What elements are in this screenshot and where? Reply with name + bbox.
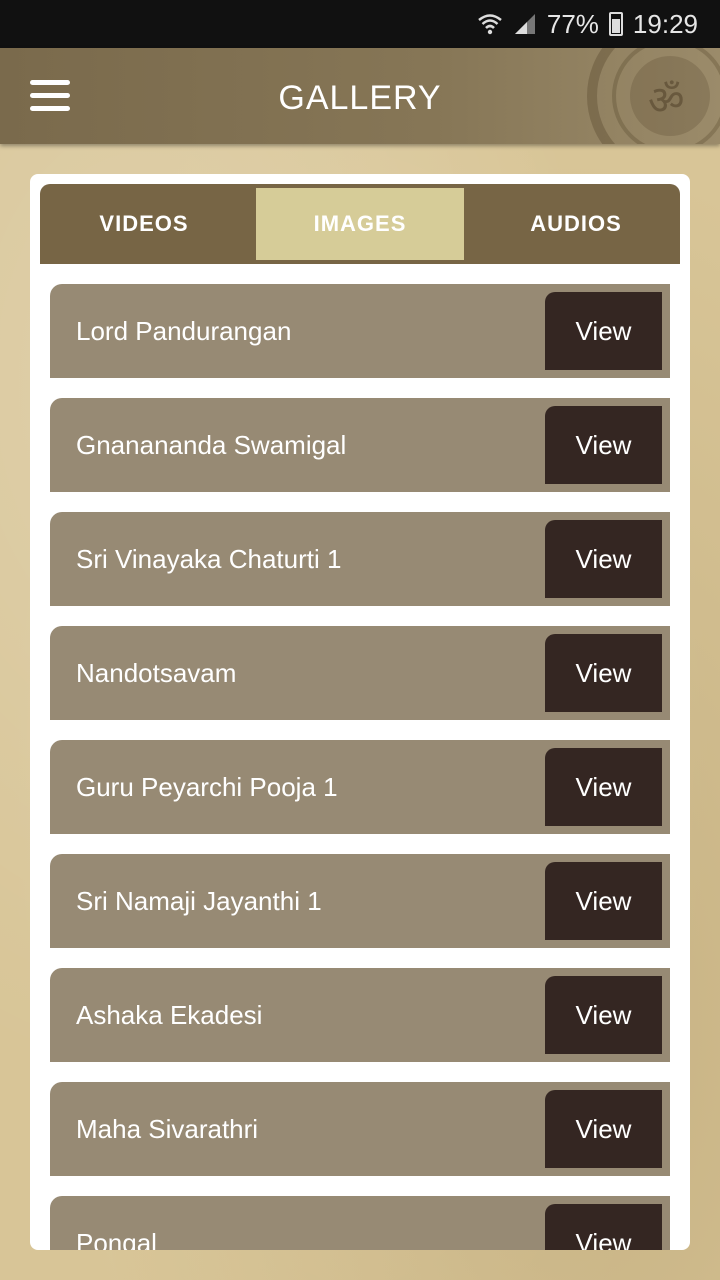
view-button[interactable]: View xyxy=(545,976,662,1054)
clock: 19:29 xyxy=(632,8,698,39)
view-button[interactable]: View xyxy=(545,862,662,940)
tab-bar: VIDEOS IMAGES AUDIOS xyxy=(40,184,680,264)
view-button[interactable]: View xyxy=(545,1090,662,1168)
tab-videos[interactable]: VIDEOS xyxy=(40,184,248,264)
view-button[interactable]: View xyxy=(545,520,662,598)
tab-images[interactable]: IMAGES xyxy=(256,188,464,260)
list-item: Guru Peyarchi Pooja 1 View xyxy=(50,740,670,834)
gallery-panel: VIDEOS IMAGES AUDIOS Lord Pandurangan Vi… xyxy=(30,174,690,1250)
list-item: Gnanananda Swamigal View xyxy=(50,398,670,492)
status-bar: 77% 19:29 xyxy=(0,0,720,48)
battery-percent: 77% xyxy=(546,8,599,39)
list-item: Pongal View xyxy=(50,1196,670,1250)
signal-icon xyxy=(513,12,537,36)
view-button[interactable]: View xyxy=(545,748,662,826)
tab-audios[interactable]: AUDIOS xyxy=(472,184,680,264)
app-bar: GALLERY ॐ xyxy=(0,48,720,144)
view-button[interactable]: View xyxy=(545,292,662,370)
view-button[interactable]: View xyxy=(545,406,662,484)
battery-icon xyxy=(608,12,623,36)
list-item: Sri Vinayaka Chaturti 1 View xyxy=(50,512,670,606)
view-button[interactable]: View xyxy=(545,1204,662,1250)
gallery-list: Lord Pandurangan View Gnanananda Swamiga… xyxy=(50,284,670,1250)
list-item: Sri Namaji Jayanthi 1 View xyxy=(50,854,670,948)
wifi-icon xyxy=(477,12,503,36)
om-emblem-icon: ॐ xyxy=(587,48,720,144)
list-item: Lord Pandurangan View xyxy=(50,284,670,378)
list-item: Ashaka Ekadesi View xyxy=(50,968,670,1062)
list-item: Maha Sivarathri View xyxy=(50,1082,670,1176)
view-button[interactable]: View xyxy=(545,634,662,712)
list-item: Nandotsavam View xyxy=(50,626,670,720)
svg-text:ॐ: ॐ xyxy=(648,78,684,124)
